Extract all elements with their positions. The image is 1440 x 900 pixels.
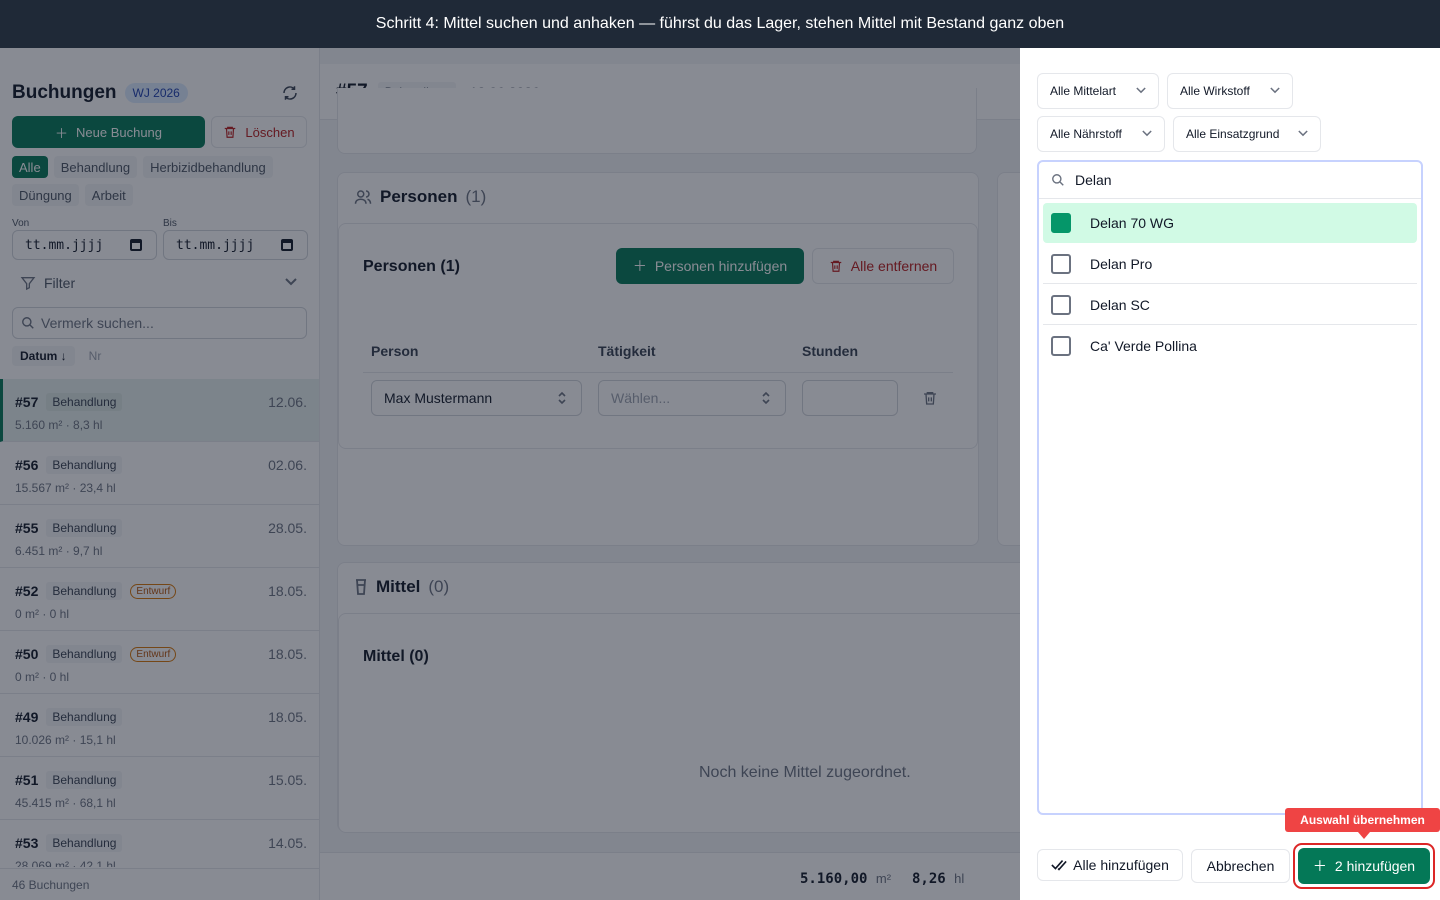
mittel-search-value: Delan [1075,172,1112,188]
add-all-button[interactable]: Alle hinzufügen [1037,849,1183,881]
highlight-tooltip: Auswahl übernehmen [1285,808,1440,832]
chevron-down-icon [1142,130,1152,137]
double-check-icon [1051,860,1067,871]
filter-mittelart[interactable]: Alle Mittelart [1037,73,1159,109]
mittel-option-label: Delan 70 WG [1090,215,1175,231]
checkbox-checked[interactable] [1051,213,1071,233]
mittel-option-label: Ca' Verde Pollina [1090,338,1197,354]
mittel-picker-panel: Alle Mittelart Alle Wirkstoff Alle Nährs… [1020,48,1440,900]
filter-mittelart-label: Alle Mittelart [1050,84,1117,98]
search-icon [1052,174,1064,186]
filter-wirkstoff-label: Alle Wirkstoff [1180,84,1250,98]
mittel-search-input[interactable]: Delan [1039,162,1421,199]
checkbox[interactable] [1051,295,1071,315]
modal-backdrop[interactable] [0,48,1020,900]
chevron-down-icon [1270,87,1280,94]
mittel-option[interactable]: Delan SC [1043,285,1417,325]
mittel-option[interactable]: Delan 70 WG [1043,203,1417,243]
mittel-option-label: Delan Pro [1090,255,1153,272]
plus-icon: ＋ [1312,858,1327,874]
checkbox[interactable] [1051,254,1071,274]
chevron-down-icon [1136,87,1146,94]
mittel-option-label: Delan SC [1090,296,1150,313]
checkbox[interactable] [1051,336,1071,356]
mittel-listbox: Delan Delan 70 WG Delan Pro Delan SC Ca'… [1037,160,1423,815]
filter-wirkstoff[interactable]: Alle Wirkstoff [1167,73,1293,109]
cancel-button[interactable]: Abbrechen [1191,849,1290,883]
filter-einsatzgrund-label: Alle Einsatzgrund [1186,127,1280,141]
mittel-option[interactable]: Delan Pro [1043,244,1417,284]
instruction-banner: Schritt 4: Mittel suchen und anhaken — f… [0,0,1440,48]
add-all-label: Alle hinzufügen [1073,857,1169,873]
filter-naehrstoff-label: Alle Nährstoff [1050,127,1122,141]
add-selected-button[interactable]: ＋ 2 hinzufügen [1298,848,1430,884]
filter-einsatzgrund[interactable]: Alle Einsatzgrund [1173,116,1321,152]
add-selected-label: 2 hinzufügen [1334,858,1416,874]
filter-naehrstoff[interactable]: Alle Nährstoff [1037,116,1165,152]
tooltip-arrow [1358,832,1370,839]
chevron-down-icon [1298,130,1308,137]
mittel-option[interactable]: Ca' Verde Pollina [1043,326,1417,366]
